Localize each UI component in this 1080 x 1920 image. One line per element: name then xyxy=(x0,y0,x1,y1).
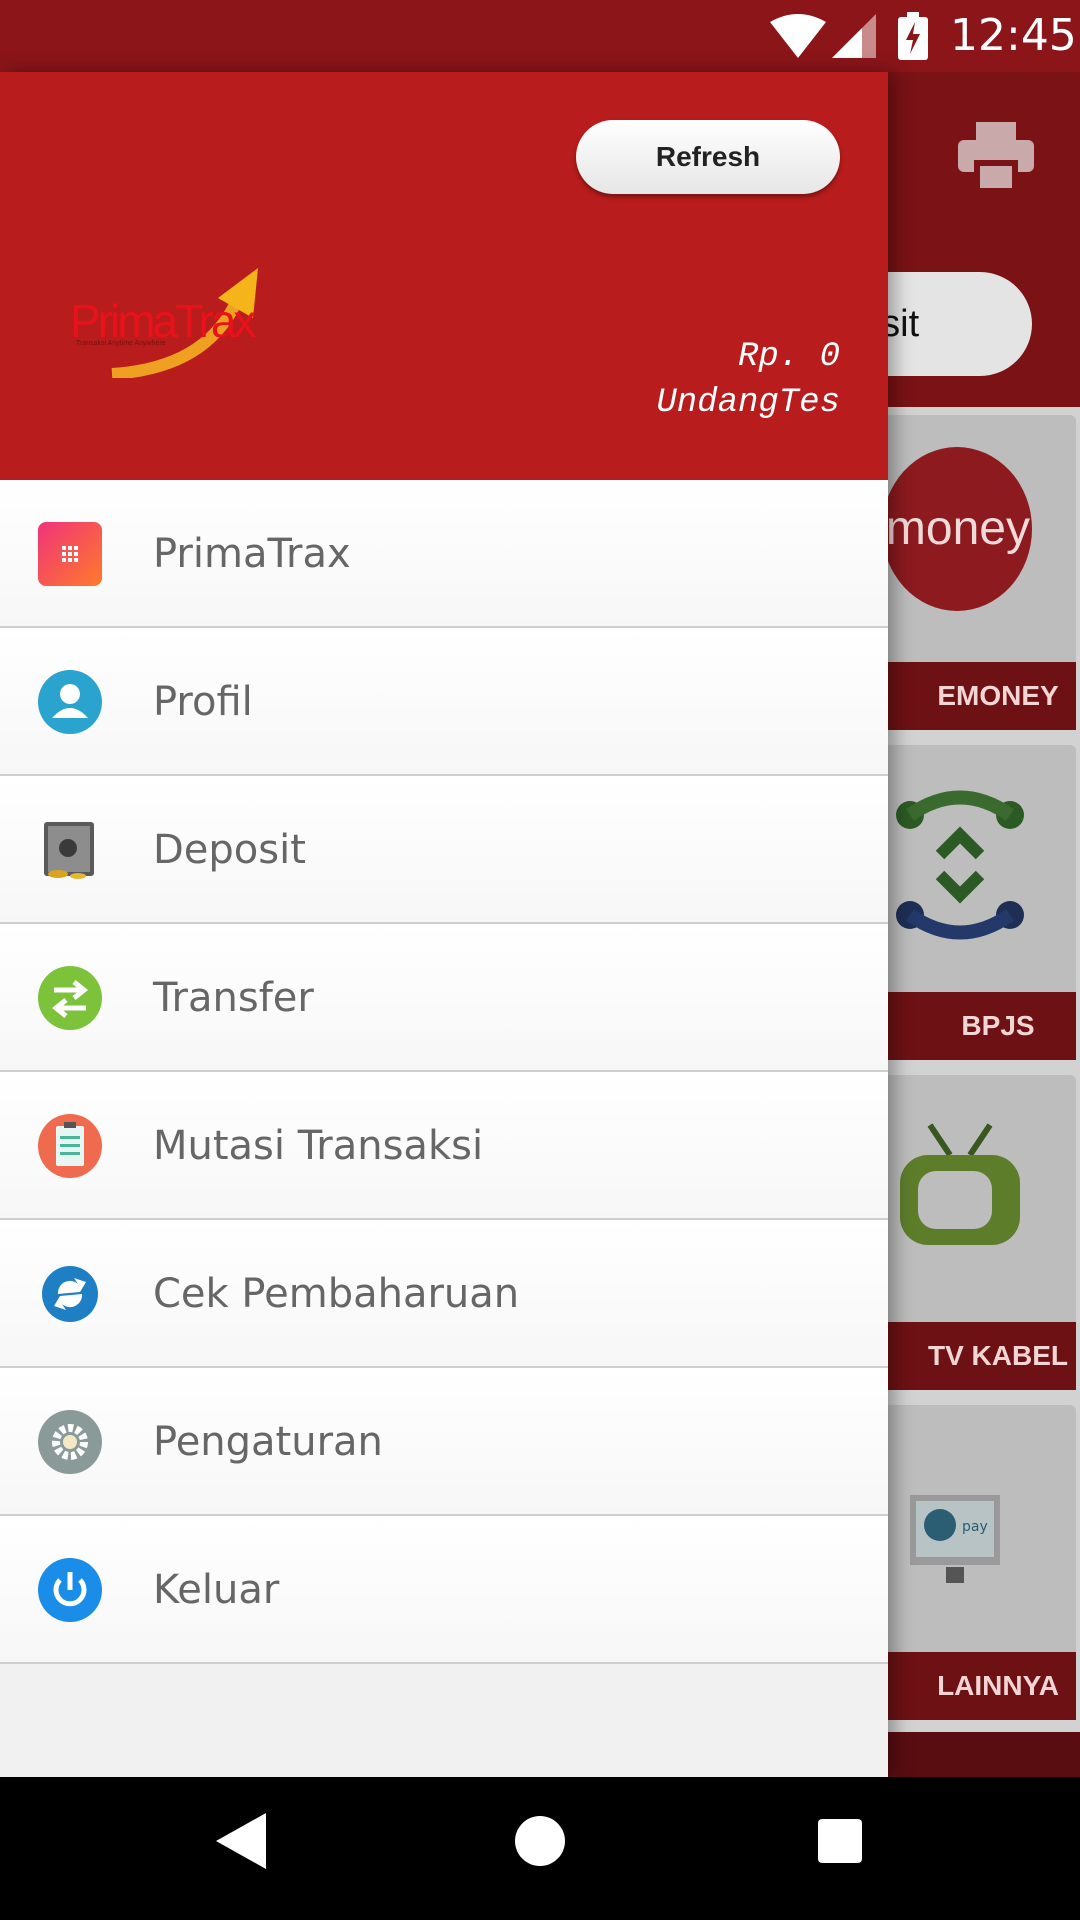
menu-label: Profil xyxy=(153,679,253,725)
service-card-lainnya[interactable]: pay LAINNYA xyxy=(880,1405,1076,1720)
bottom-strip xyxy=(880,1732,1080,1778)
service-label: BPJS xyxy=(880,992,1076,1060)
wifi-icon xyxy=(770,14,826,58)
menu-item-deposit[interactable]: Deposit xyxy=(0,776,888,924)
pay-label: pay xyxy=(962,1519,988,1535)
service-card-tv-kabel[interactable]: TV KABEL xyxy=(880,1075,1076,1390)
user-icon xyxy=(38,670,102,734)
clock: 12:45 xyxy=(950,10,1077,61)
username: UndangTes xyxy=(656,384,840,422)
back-icon[interactable] xyxy=(216,1813,266,1869)
service-card-bpjs[interactable]: BPJS xyxy=(880,745,1076,1060)
status-bar: 12:45 xyxy=(0,0,1080,72)
online-payment-icon: pay xyxy=(910,1495,1000,1583)
gear-icon xyxy=(38,1410,102,1474)
bpjs-logo-icon xyxy=(896,790,1024,940)
service-label: TV KABEL xyxy=(880,1322,1076,1390)
clipboard-icon xyxy=(38,1114,102,1178)
menu-label: Cek Pembaharuan xyxy=(153,1271,520,1317)
navigation-drawer: Refresh PrimaTrax Transaksi Anytime Anyw… xyxy=(0,72,888,1777)
menu-item-profil[interactable]: Profil xyxy=(0,628,888,776)
menu-label: Deposit xyxy=(153,827,306,873)
menu-item-transfer[interactable]: Transfer xyxy=(0,924,888,1072)
emoney-logo-text: money xyxy=(885,502,1030,555)
menu-item-mutasi-transaksi[interactable]: Mutasi Transaksi xyxy=(0,1072,888,1220)
system-nav-bar xyxy=(0,1777,1080,1920)
logo-tagline: Transaksi Anytime Anywhere xyxy=(76,340,166,347)
service-label: LAINNYA xyxy=(880,1652,1076,1720)
menu-label: PrimaTrax xyxy=(153,531,351,577)
menu-item-cek-pembaharuan[interactable]: Cek Pembaharuan xyxy=(0,1220,888,1368)
home-icon[interactable] xyxy=(514,1813,566,1869)
menu-item-primatrax[interactable]: PrimaTrax xyxy=(0,480,888,628)
service-card-emoney[interactable]: money EMONEY xyxy=(880,415,1076,730)
transfer-arrows-icon xyxy=(38,966,102,1030)
recents-icon[interactable] xyxy=(816,1813,864,1869)
drawer-menu: PrimaTrax Profil Deposit Transfer Mutasi… xyxy=(0,480,888,1664)
primatrax-logo: PrimaTrax Transaksi Anytime Anywhere xyxy=(68,268,268,388)
menu-item-pengaturan[interactable]: Pengaturan xyxy=(0,1368,888,1516)
power-icon xyxy=(38,1558,102,1622)
emoney-logo: money xyxy=(882,447,1032,611)
battery-charging-icon xyxy=(898,12,928,60)
safe-icon xyxy=(44,822,94,879)
menu-label: Mutasi Transaksi xyxy=(153,1123,484,1169)
drawer-header: Refresh PrimaTrax Transaksi Anytime Anyw… xyxy=(0,72,888,480)
balance: Rp. 0 xyxy=(737,338,840,376)
refresh-button[interactable]: Refresh xyxy=(576,120,840,194)
refresh-icon xyxy=(42,1266,98,1322)
service-label: EMONEY xyxy=(880,662,1076,730)
menu-label: Keluar xyxy=(153,1567,280,1613)
menu-item-keluar[interactable]: Keluar xyxy=(0,1516,888,1664)
signal-icon xyxy=(832,14,876,58)
menu-label: Pengaturan xyxy=(153,1419,383,1465)
apps-grid-icon xyxy=(38,522,102,586)
menu-label: Transfer xyxy=(153,975,314,1021)
printer-icon[interactable] xyxy=(958,122,1034,190)
tv-icon xyxy=(900,1123,1020,1245)
